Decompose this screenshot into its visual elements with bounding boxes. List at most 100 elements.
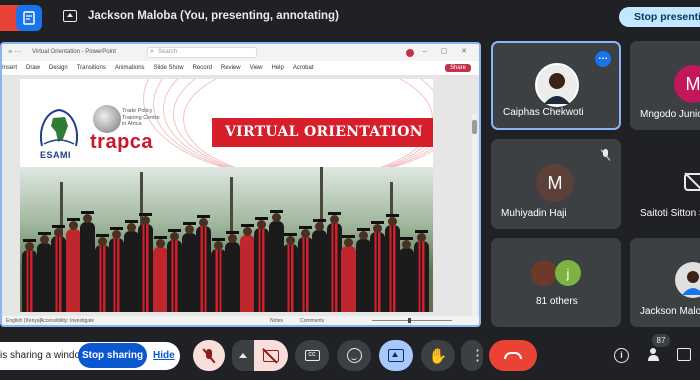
stop-sharing-button[interactable]: Stop sharing: [78, 343, 147, 368]
participant-tile[interactable]: M Muhiyadin Haji: [491, 139, 621, 229]
graduate-figure: [36, 232, 52, 312]
participant-tile[interactable]: M Mngodo Junior: [630, 41, 700, 130]
graduate-figure: [167, 229, 182, 312]
search-input[interactable]: Search: [147, 47, 257, 58]
raise-hand-button[interactable]: ✋: [421, 340, 455, 371]
emoji-icon: [346, 348, 362, 363]
accessibility-status[interactable]: Accessibility: Investigate: [40, 318, 94, 324]
notes-button[interactable]: Notes: [270, 318, 283, 324]
chevron-up-icon: [239, 353, 247, 358]
graduate-figure: [370, 221, 385, 312]
camera-off-icon: [263, 349, 279, 362]
quick-access-icon[interactable]: ≡ ⋯: [8, 48, 21, 56]
language-status[interactable]: English (Kenya): [6, 318, 41, 324]
avatar: [535, 63, 579, 107]
graduate-figure: [181, 222, 197, 312]
graduate-figure: [51, 225, 66, 312]
comments-button[interactable]: Comments: [300, 318, 324, 324]
more-options-icon[interactable]: …: [595, 51, 611, 67]
camera-options-button[interactable]: [232, 340, 254, 371]
vertical-scrollbar[interactable]: [472, 114, 477, 325]
graduate-figure: [413, 230, 429, 312]
tab-insert[interactable]: Insert: [2, 65, 17, 71]
participant-tile[interactable]: Jackson Malob: [630, 238, 700, 327]
chat-icon[interactable]: [677, 348, 691, 361]
stop-presenting-button[interactable]: Stop presenting: [619, 7, 700, 27]
slide-canvas: ESAMI Trade Policy Training Centre in Af…: [2, 76, 479, 325]
graduate-figure: [65, 218, 81, 312]
trapca-label: trapca: [90, 131, 154, 153]
avatar: j: [555, 260, 581, 286]
graduate-figure: [109, 227, 124, 312]
participant-tile[interactable]: Saitoti Sitton S: [630, 139, 700, 229]
participant-name: Muhiyadin Haji: [501, 208, 567, 219]
graduate-figure: [94, 234, 110, 312]
slide[interactable]: ESAMI Trade Policy Training Centre in Af…: [20, 79, 433, 312]
zoom-slider[interactable]: [372, 318, 452, 323]
graduate-figure: [254, 217, 269, 312]
microphone-toggle[interactable]: [193, 340, 225, 371]
ppt-title-bar: ≡ ⋯ Virtual Orientation - PowerPoint Sea…: [2, 44, 479, 61]
phone-hangup-icon: [504, 352, 522, 359]
graduate-figure: [152, 236, 168, 312]
tab-acrobat[interactable]: Acrobat: [293, 65, 314, 71]
participant-name: Saitoti Sitton S: [640, 208, 700, 219]
graduate-figure: [196, 215, 211, 312]
more-vert-icon: ⋮: [470, 346, 485, 364]
trapca-tagline: Trade Policy Training Centre in Africa: [122, 108, 160, 127]
graduate-figure: [22, 239, 37, 312]
captions-button[interactable]: CC: [295, 340, 329, 371]
participant-tile[interactable]: … Caiphas Chekwoti: [491, 41, 621, 130]
tab-draw[interactable]: Draw: [26, 65, 40, 71]
avatar: M: [674, 65, 700, 103]
notes-icon[interactable]: [16, 5, 42, 31]
mic-off-icon: [601, 149, 611, 161]
tab-help[interactable]: Help: [272, 65, 284, 71]
tab-transitions[interactable]: Transitions: [77, 65, 106, 71]
graduates-group: [22, 202, 432, 312]
mic-off-icon: [203, 348, 215, 363]
hide-button[interactable]: Hide: [153, 350, 175, 361]
avatar: [531, 260, 557, 286]
reactions-button[interactable]: [337, 340, 371, 371]
share-button[interactable]: Share: [444, 64, 471, 72]
more-options-button[interactable]: ⋮: [461, 340, 485, 371]
shared-screen: ≡ ⋯ Virtual Orientation - PowerPoint Sea…: [0, 42, 481, 327]
graduate-figure: [239, 224, 255, 312]
captions-icon: CC: [304, 350, 320, 361]
camera-off-icon: [684, 173, 700, 191]
leave-call-button[interactable]: [489, 340, 537, 371]
graduate-figure: [138, 213, 153, 312]
status-bar: English (Kenya) Accessibility: Investiga…: [2, 316, 479, 325]
others-tile[interactable]: j 81 others: [491, 238, 621, 327]
graduate-figure: [341, 235, 356, 312]
graduate-figure: [225, 231, 240, 312]
participant-name: Jackson Malob: [640, 306, 700, 317]
tab-view[interactable]: View: [250, 65, 263, 71]
window-title: Virtual Orientation - PowerPoint: [32, 49, 116, 55]
tab-slide-show[interactable]: Slide Show: [154, 65, 184, 71]
window-controls-icon[interactable]: – ▢ ✕: [423, 47, 473, 55]
graduate-figure: [80, 211, 95, 312]
present-button[interactable]: [379, 340, 413, 371]
present-screen-icon: [388, 349, 404, 362]
participant-name: Caiphas Chekwoti: [503, 107, 584, 118]
tab-design[interactable]: Design: [49, 65, 68, 71]
tab-record[interactable]: Record: [193, 65, 212, 71]
graduate-figure: [283, 233, 298, 312]
graduate-figure: [399, 237, 414, 312]
sharing-message: is sharing a window.: [0, 350, 90, 361]
top-bar: Jackson Maloba (You, presenting, annotat…: [0, 0, 700, 34]
camera-toggle[interactable]: [254, 340, 288, 371]
avatar[interactable]: [406, 49, 414, 57]
esami-label: ESAMI: [40, 150, 72, 160]
graduate-figure: [268, 210, 284, 312]
trapca-globe-icon: [93, 105, 121, 133]
graduation-photo: [20, 167, 433, 312]
tab-animations[interactable]: Animations: [115, 65, 145, 71]
people-icon[interactable]: [648, 348, 664, 362]
tab-review[interactable]: Review: [221, 65, 241, 71]
hand-icon: ✋: [428, 347, 448, 365]
info-icon[interactable]: i: [614, 348, 629, 363]
people-count-badge: 87: [652, 334, 670, 347]
